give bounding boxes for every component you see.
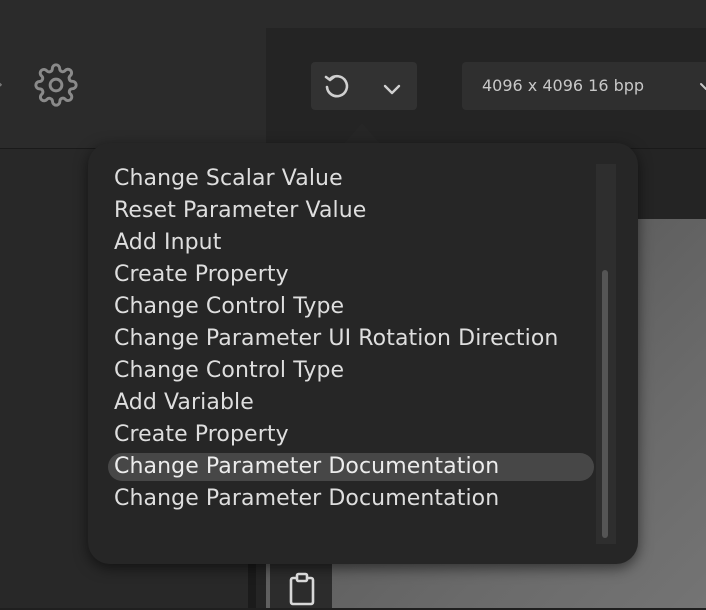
history-item[interactable]: Add Variable [108,389,594,417]
history-item[interactable]: Create Property [108,261,594,289]
toolbar-right-top-region [266,0,706,28]
history-item[interactable]: Add Input [108,229,594,257]
scrollbar-track[interactable] [596,164,616,544]
history-item[interactable]: Change Scalar Value [108,165,594,193]
history-item[interactable]: Reset Parameter Value [108,197,594,225]
chevron-down-icon[interactable] [381,78,403,100]
scrollbar-thumb[interactable] [602,270,608,538]
history-popup: Change Scalar Value Reset Parameter Valu… [88,143,638,564]
history-button-group [311,62,417,110]
popup-pointer [343,121,381,145]
resolution-label: 4096 x 4096 16 bpp [482,76,645,95]
undo-icon[interactable] [323,74,351,100]
history-item[interactable]: Change Parameter Documentation [108,485,594,513]
history-item[interactable]: Change Control Type [108,357,594,385]
chevron-down-icon [698,78,706,94]
scroll-left-icon[interactable]: › [0,74,3,95]
history-item[interactable]: Create Property [108,421,594,449]
clipboard-icon[interactable] [288,572,316,606]
resolution-dropdown[interactable]: 4096 x 4096 16 bpp [462,62,706,110]
history-item-selected[interactable]: Change Parameter Documentation [108,453,594,481]
gear-icon[interactable] [34,63,78,107]
history-item[interactable]: Change Parameter UI Rotation Direction [108,325,594,353]
history-item[interactable]: Change Control Type [108,293,594,321]
